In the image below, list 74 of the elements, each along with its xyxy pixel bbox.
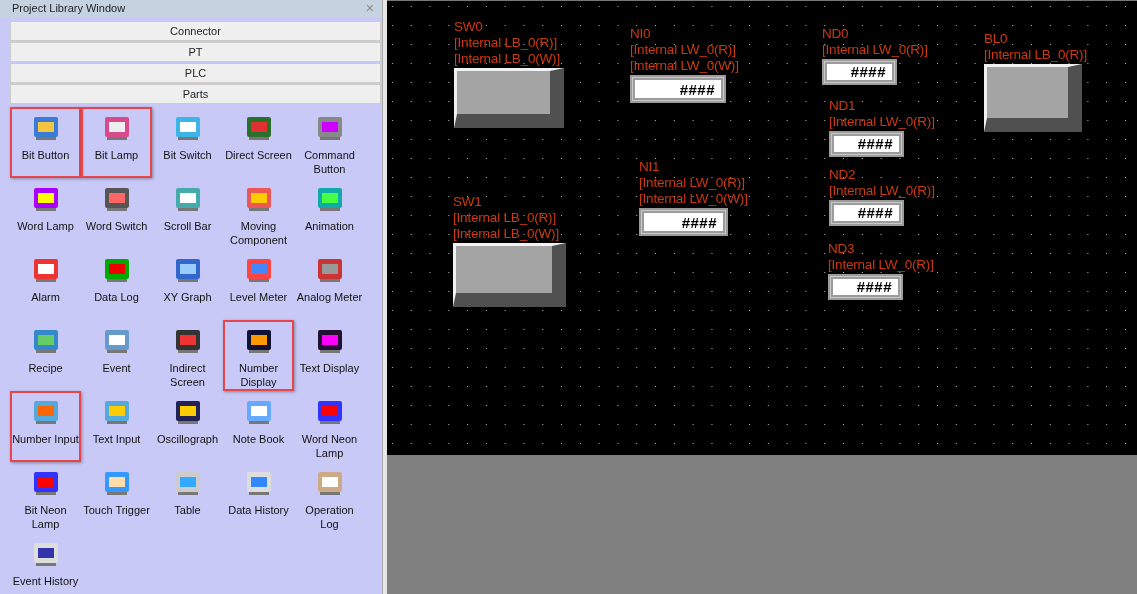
object-label: ND1 (829, 98, 857, 114)
address-label: [Internal LB_0(R)] (454, 35, 558, 51)
part-button[interactable]: Recipe (10, 319, 81, 391)
number-display-object[interactable]: #### (829, 200, 904, 226)
part-button[interactable]: Data History (223, 461, 294, 533)
part-button[interactable]: Touch Trigger (81, 461, 152, 533)
address-label: [Internal LW_0(W)] (639, 191, 748, 207)
part-button[interactable]: Alarm (10, 248, 81, 320)
address-label: [Internal LW_0(R)] (829, 114, 935, 130)
panel-title: Project Library Window (12, 1, 126, 16)
part-button[interactable]: Bit Button (10, 106, 81, 178)
part-button[interactable]: Number Display (223, 319, 294, 391)
object-label: ND2 (829, 167, 857, 183)
part-button[interactable]: Number Input (10, 390, 81, 462)
part-button[interactable]: Level Meter (223, 248, 294, 320)
object-label: NI0 (630, 26, 652, 42)
part-button[interactable]: Direct Screen (223, 106, 294, 178)
part-button[interactable]: Scroll Bar (152, 177, 223, 249)
part-button[interactable]: Analog Meter (294, 248, 365, 320)
address-label: [Internal LW_0(R)] (639, 175, 746, 191)
value-placeholder: #### (856, 279, 892, 295)
number-display-object[interactable]: #### (828, 274, 903, 300)
address-label: [Internal LB_0(W)] (453, 226, 560, 242)
part-button[interactable]: Table (152, 461, 223, 533)
part-button[interactable]: Text Display (294, 319, 365, 391)
value-placeholder: #### (681, 215, 717, 231)
part-button[interactable]: Word Lamp (10, 177, 81, 249)
address-label: [Internal LW_0(R)] (829, 183, 935, 199)
lamp-object[interactable] (984, 64, 1082, 132)
object-label: ND0 (822, 26, 850, 42)
object-label: NI1 (639, 159, 661, 175)
category-button[interactable]: PT (10, 41, 381, 62)
part-button[interactable]: Moving Component (223, 177, 294, 249)
address-label: [Internal LW_0(R)] (828, 257, 934, 273)
object-label: SW0 (454, 19, 484, 35)
part-button[interactable]: Event History (10, 532, 81, 594)
switch-object[interactable] (453, 243, 566, 307)
part-button[interactable]: Command Button (294, 106, 365, 178)
address-label: [Internal LW_0(R)] (630, 42, 737, 58)
part-button[interactable]: Bit Neon Lamp (10, 461, 81, 533)
value-placeholder: #### (679, 82, 715, 98)
design-canvas[interactable] (387, 0, 1137, 455)
address-label: [Internal LB_0(R)] (984, 47, 1087, 63)
category-button[interactable]: PLC (10, 62, 381, 83)
number-input-object[interactable]: #### (639, 208, 728, 236)
address-label: [Internal LB_0(R)] (453, 210, 557, 226)
category-button[interactable]: Connector (10, 20, 381, 41)
part-button[interactable]: Text Input (81, 390, 152, 462)
value-placeholder: #### (857, 205, 893, 221)
address-label: [Internal LB_0(W)] (454, 51, 561, 67)
value-placeholder: #### (857, 136, 893, 152)
part-button[interactable]: Word Neon Lamp (294, 390, 365, 462)
object-label: BL0 (984, 31, 1009, 47)
category-button[interactable]: Parts (10, 83, 381, 104)
part-button[interactable]: Bit Switch (152, 106, 223, 178)
address-label: [Internal LW_0(W)] (630, 58, 739, 74)
address-label: [Internal LW_0(R)] (822, 42, 928, 58)
part-button[interactable]: Operation Log (294, 461, 365, 533)
value-placeholder: #### (850, 64, 886, 80)
part-button[interactable]: Oscillograph (152, 390, 223, 462)
part-button[interactable]: Indirect Screen (152, 319, 223, 391)
part-button[interactable]: Bit Lamp (81, 106, 152, 178)
part-button[interactable]: Event (81, 319, 152, 391)
part-button[interactable]: Note Book (223, 390, 294, 462)
part-button[interactable]: XY Graph (152, 248, 223, 320)
part-button[interactable]: Word Switch (81, 177, 152, 249)
switch-object[interactable] (454, 68, 564, 128)
number-input-object[interactable]: #### (630, 75, 726, 103)
part-button[interactable]: Animation (294, 177, 365, 249)
number-display-object[interactable]: #### (822, 59, 897, 85)
number-display-object[interactable]: #### (829, 131, 904, 157)
part-button[interactable]: Data Log (81, 248, 152, 320)
object-label: ND3 (828, 241, 856, 257)
object-label: SW1 (453, 194, 483, 210)
